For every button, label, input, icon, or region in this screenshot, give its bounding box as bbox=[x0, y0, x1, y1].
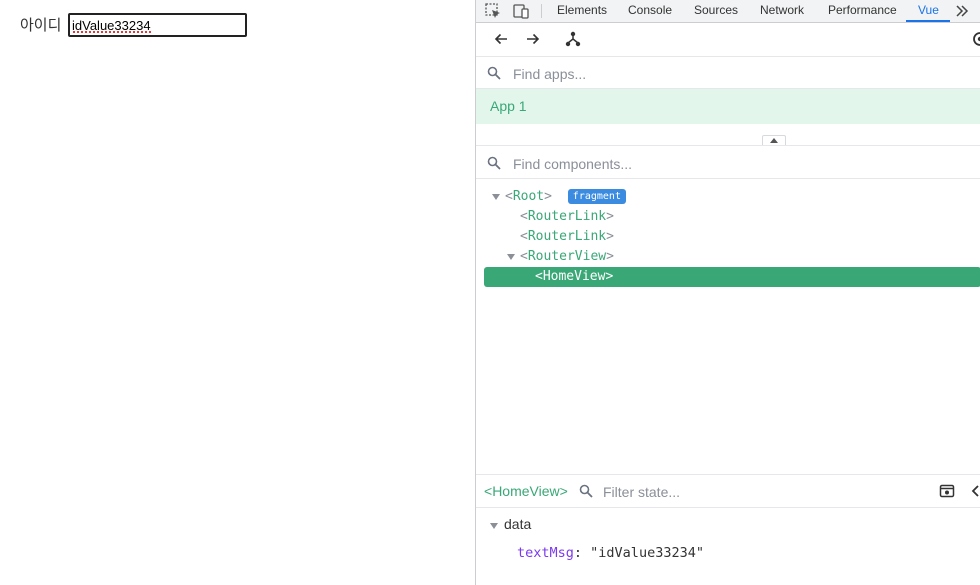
component-tag: <Root> bbox=[505, 189, 552, 204]
search-icon bbox=[487, 156, 501, 170]
search-icon bbox=[487, 66, 501, 80]
spellcheck-underline bbox=[73, 31, 151, 33]
fragment-badge: fragment bbox=[567, 189, 626, 204]
app-list-item[interactable]: App 1 bbox=[476, 89, 980, 124]
state-value: "idValue33234" bbox=[590, 545, 704, 561]
vue-toolbar bbox=[476, 23, 980, 57]
tree-node-root[interactable]: <Root> fragment bbox=[492, 187, 626, 207]
tab-network[interactable]: Network bbox=[760, 0, 804, 22]
tabbar-separator bbox=[541, 4, 542, 18]
search-icon bbox=[579, 484, 593, 498]
divider bbox=[476, 145, 980, 146]
state-key: textMsg bbox=[517, 545, 574, 561]
chevron-up-icon bbox=[770, 138, 778, 143]
scroll-to-component-icon[interactable] bbox=[939, 483, 955, 499]
chevron-left-icon[interactable] bbox=[968, 483, 980, 499]
collapse-apps-button[interactable] bbox=[762, 135, 786, 145]
inspect-target-icon[interactable] bbox=[971, 30, 980, 48]
expand-caret-icon[interactable] bbox=[490, 523, 498, 529]
component-tag: <RouterLink> bbox=[520, 209, 614, 224]
id-label: 아이디 bbox=[20, 16, 62, 34]
devtools-tabbar: Elements Console Sources Network Perform… bbox=[476, 0, 980, 23]
tab-sources[interactable]: Sources bbox=[694, 0, 738, 22]
double-chevron-right-icon[interactable] bbox=[954, 3, 970, 19]
expand-caret-icon[interactable] bbox=[492, 194, 500, 200]
active-tab-indicator bbox=[906, 20, 950, 22]
tree-node-routerlink[interactable]: <RouterLink> bbox=[520, 227, 614, 247]
tab-performance[interactable]: Performance bbox=[828, 0, 897, 22]
tree-node-homeview[interactable]: <HomeView> bbox=[535, 267, 613, 287]
device-toolbar-icon[interactable] bbox=[512, 2, 530, 20]
tab-elements[interactable]: Elements bbox=[557, 0, 607, 22]
expand-caret-icon[interactable] bbox=[507, 254, 515, 260]
component-tag: <RouterLink> bbox=[520, 229, 614, 244]
data-section-title[interactable]: data bbox=[504, 516, 531, 532]
web-page: 아이디 bbox=[0, 0, 475, 585]
find-components-row bbox=[476, 147, 980, 179]
devtools-panel: Elements Console Sources Network Perform… bbox=[475, 0, 980, 585]
filter-state-input[interactable] bbox=[601, 481, 905, 503]
tree-node-routerview[interactable]: <RouterView> bbox=[507, 247, 614, 267]
id-input[interactable] bbox=[68, 13, 247, 37]
find-components-input[interactable] bbox=[511, 153, 955, 175]
component-tag: <RouterView> bbox=[520, 249, 614, 264]
state-inspector-header: <HomeView> bbox=[476, 474, 980, 508]
state-entry[interactable]: textMsg: "idValue33234" bbox=[517, 545, 704, 561]
state-separator: : bbox=[573, 545, 591, 561]
component-tree-icon[interactable] bbox=[564, 30, 582, 48]
component-tag: <HomeView> bbox=[535, 269, 614, 284]
back-arrow-icon[interactable] bbox=[492, 30, 510, 48]
forward-arrow-icon[interactable] bbox=[524, 30, 542, 48]
inspect-element-icon[interactable] bbox=[484, 2, 502, 20]
selected-component-name: <HomeView> bbox=[484, 483, 568, 499]
find-apps-row bbox=[476, 57, 980, 89]
tree-node-routerlink[interactable]: <RouterLink> bbox=[520, 207, 614, 227]
app-label: App 1 bbox=[490, 98, 527, 114]
divider bbox=[476, 178, 980, 179]
tab-console[interactable]: Console bbox=[628, 0, 672, 22]
find-apps-input[interactable] bbox=[511, 63, 955, 85]
tab-vue[interactable]: Vue bbox=[918, 0, 939, 22]
